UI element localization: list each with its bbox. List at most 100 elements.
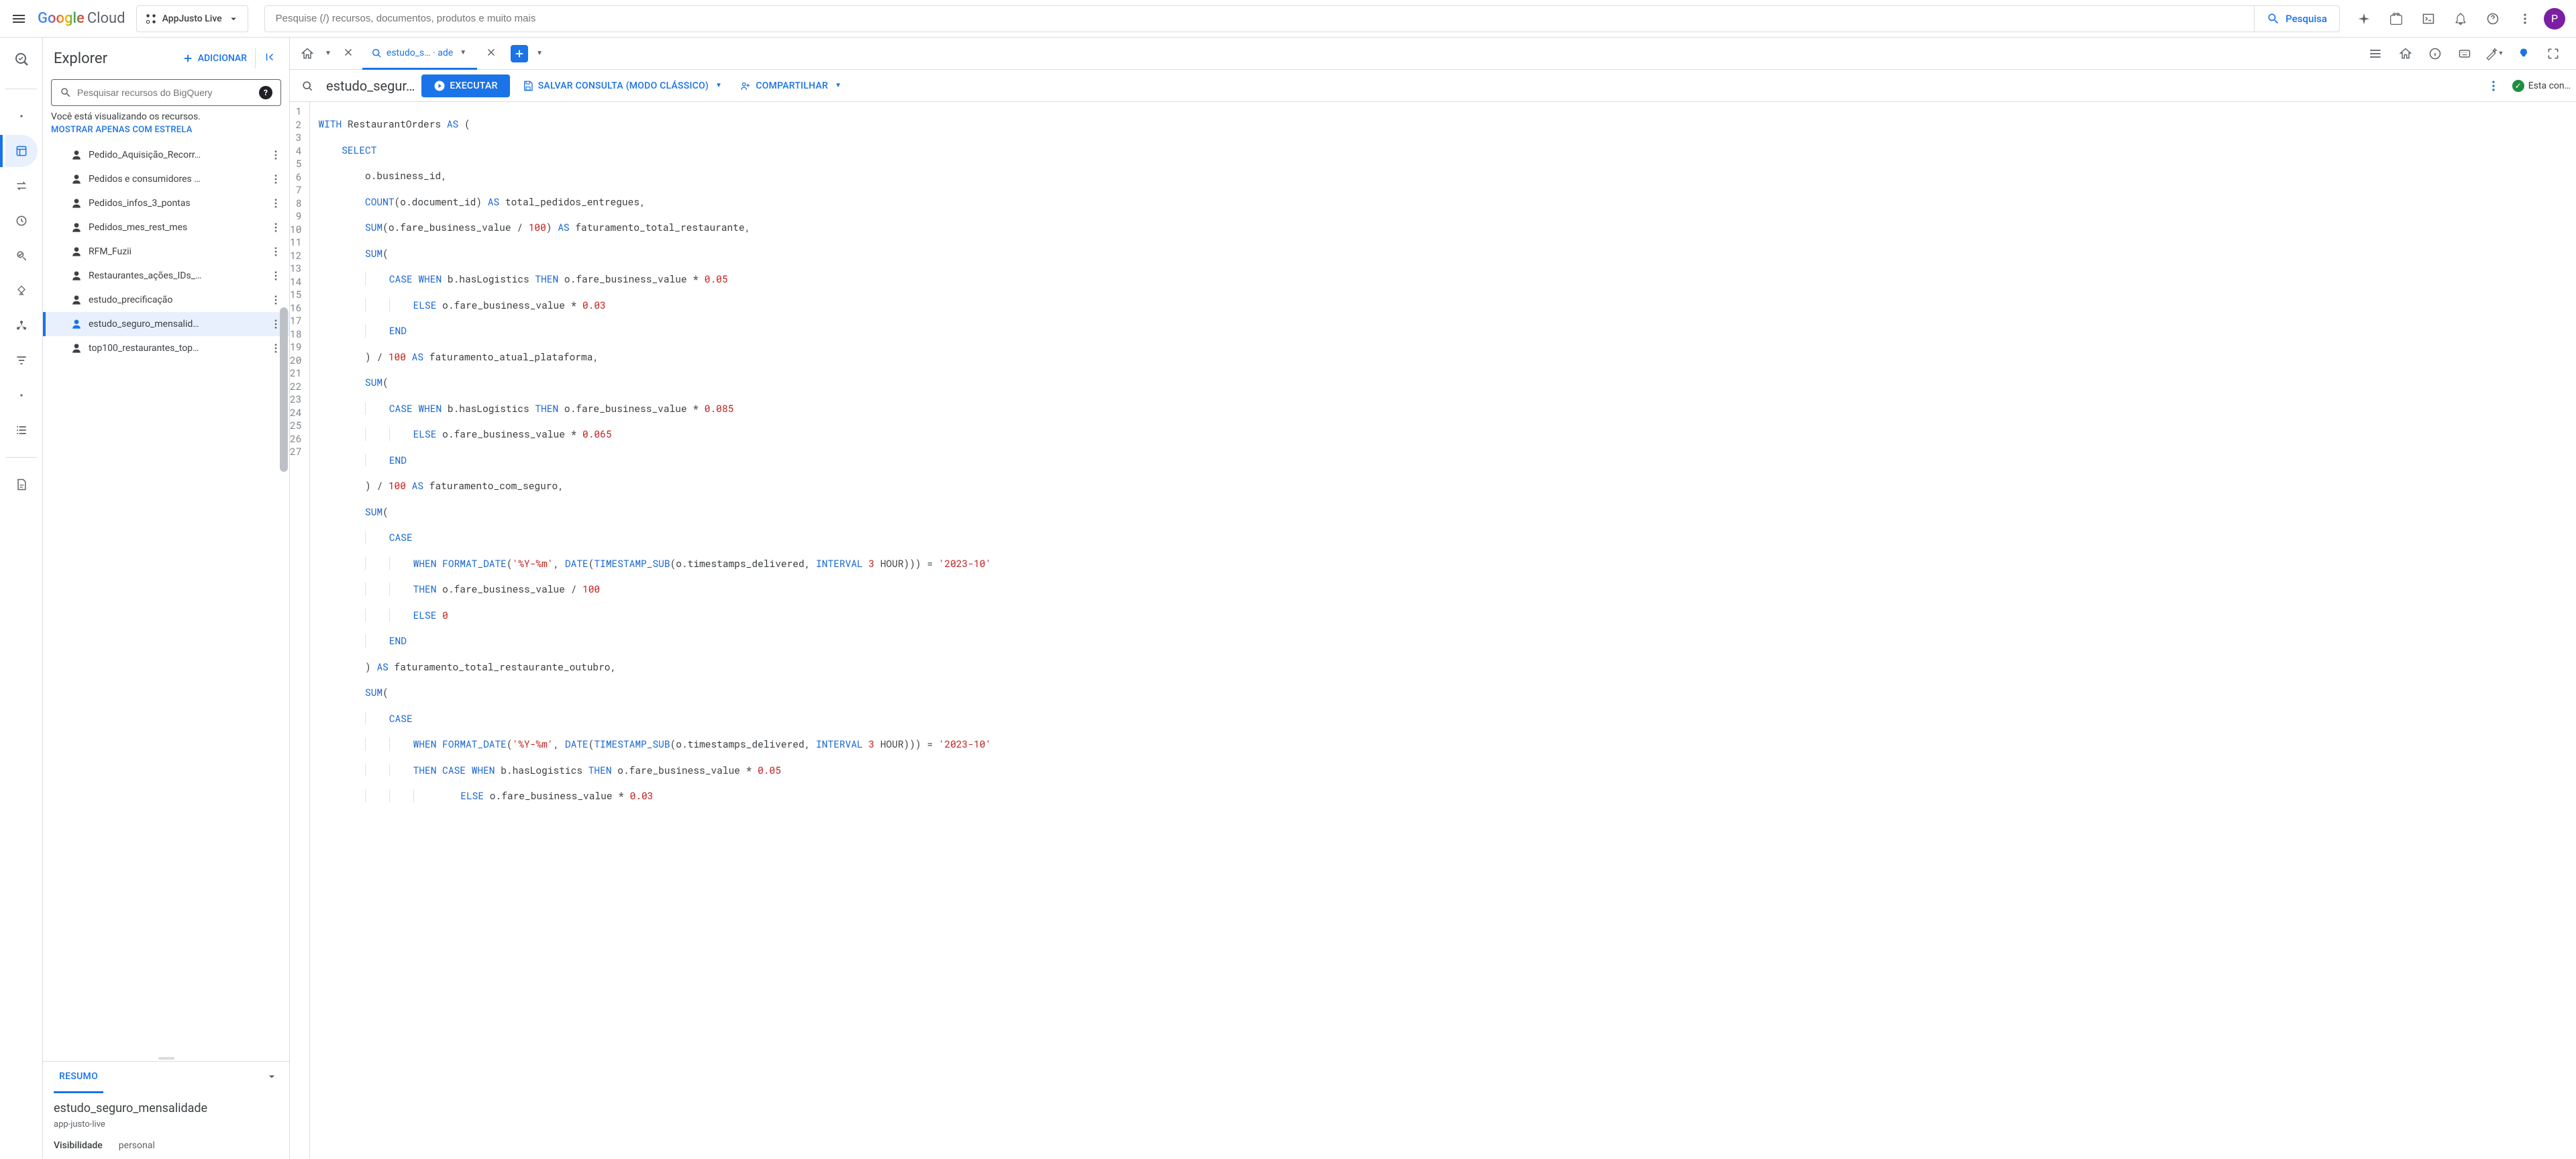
magic-wand-icon[interactable]: ▼ [2482, 42, 2506, 66]
query-icon [295, 79, 319, 93]
tree-item[interactable]: estudo_precificação [43, 288, 289, 312]
code-editor[interactable]: 1234567891011121314151617181920212223242… [290, 102, 2576, 1159]
tree-scrollbar[interactable] [278, 143, 289, 1056]
terminal-icon[interactable] [2415, 5, 2442, 32]
rail-sort[interactable] [5, 344, 38, 376]
rail-scheduled[interactable] [5, 205, 38, 237]
header: Google Cloud AppJusto Live Pesquisa P [0, 0, 2576, 38]
tree-item-label: Pedido_Aquisição_Recorr… [89, 150, 262, 160]
rail-graph[interactable] [5, 309, 38, 342]
saved-query-icon [70, 245, 83, 258]
collapse-explorer-icon[interactable] [255, 48, 278, 68]
tree-item-label: RFM_Fuzii [89, 246, 262, 257]
rail-doc[interactable] [5, 468, 38, 501]
validation-status[interactable]: ✓ Esta con… [2512, 80, 2571, 92]
home-icon[interactable] [2393, 42, 2418, 66]
help-badge-icon[interactable]: ? [259, 86, 272, 99]
play-icon [433, 80, 446, 92]
star-filter-link[interactable]: MOSTRAR APENAS COM ESTRELA [43, 125, 289, 143]
list-icon[interactable] [2364, 42, 2388, 66]
keyboard-icon[interactable] [2453, 42, 2477, 66]
expand-icon[interactable] [265, 1070, 278, 1086]
check-icon: ✓ [2512, 80, 2524, 92]
editor-tabs: ▼ estudo_s… · ade ▼ ▼ ▼ [290, 38, 2576, 70]
main-menu-icon[interactable] [11, 11, 27, 27]
visibility-key: Visibilidade [54, 1140, 103, 1151]
rail-biengine[interactable] [5, 274, 38, 307]
lightbulb-icon[interactable] [2512, 42, 2536, 66]
editor-right-icons: ▼ [2364, 42, 2571, 66]
saved-query-icon [70, 197, 83, 210]
editor-area: ▼ estudo_s… · ade ▼ ▼ ▼ est [290, 38, 2576, 1159]
rail-list[interactable] [5, 414, 38, 446]
share-icon [739, 80, 752, 92]
tree-item-label: Pedidos e consumidores … [89, 174, 262, 185]
new-tab-dropdown-icon[interactable]: ▼ [533, 50, 546, 57]
explorer-panel: Explorer ADICIONAR ? Você está visualiza… [43, 38, 290, 1159]
avatar[interactable]: P [2544, 8, 2565, 30]
rail-transfers[interactable] [5, 170, 38, 202]
bigquery-logo-icon[interactable] [13, 51, 30, 70]
tree-item-label: estudo_precificação [89, 295, 262, 305]
add-button[interactable]: ADICIONAR [182, 52, 247, 64]
home-tab-icon[interactable] [295, 38, 319, 69]
search-icon [60, 87, 72, 99]
tree-item[interactable]: Restaurantes_ações_IDs_… [43, 264, 289, 288]
tree-item-label: estudo_seguro_mensalid… [89, 319, 262, 330]
side-rail [0, 38, 43, 1159]
more-icon[interactable] [2512, 5, 2538, 32]
gemini-icon[interactable] [2351, 5, 2377, 32]
tree-item[interactable]: Pedidos_mes_rest_mes [43, 215, 289, 240]
tree-item[interactable]: top100_restaurantes_top… [43, 336, 289, 360]
help-icon[interactable] [2479, 5, 2506, 32]
search-input[interactable] [265, 13, 2255, 24]
active-tab-close-icon[interactable] [480, 46, 503, 61]
tree-item[interactable]: RFM_Fuzii [43, 240, 289, 264]
project-selector[interactable]: AppJusto Live [136, 5, 248, 32]
saved-query-icon [70, 269, 83, 283]
rail-dot2[interactable] [5, 379, 38, 411]
saved-query-icon [70, 342, 83, 355]
gift-icon[interactable] [2383, 5, 2410, 32]
explorer-search-box[interactable]: ? [51, 79, 281, 106]
explorer-search-input[interactable] [77, 87, 254, 98]
notifications-icon[interactable] [2447, 5, 2474, 32]
splitter-handle[interactable] [43, 1056, 289, 1061]
explorer-title: Explorer [54, 50, 107, 67]
rail-admin[interactable] [5, 240, 38, 272]
visibility-value: personal [119, 1140, 155, 1151]
search-button-label: Pesquisa [2285, 13, 2327, 25]
tree-item[interactable]: Pedido_Aquisição_Recorr… [43, 143, 289, 167]
explorer-info-text: Você está visualizando os recursos. [43, 111, 289, 125]
tree-item[interactable]: Pedidos e consumidores … [43, 167, 289, 191]
tree-item[interactable]: Pedidos_infos_3_pontas [43, 191, 289, 215]
rail-dot[interactable] [5, 100, 38, 132]
info-icon[interactable] [2423, 42, 2447, 66]
home-tab-close-icon[interactable] [337, 46, 360, 61]
tree-item-label: Pedidos_mes_rest_mes [89, 222, 262, 233]
query-more-icon[interactable] [2481, 74, 2506, 98]
active-editor-tab[interactable]: estudo_s… · ade ▼ [362, 38, 477, 70]
tree-item-label: Pedidos_infos_3_pontas [89, 198, 262, 209]
save-query-button[interactable]: SALVAR CONSULTA (MODO CLÁSSICO) ▼ [517, 80, 728, 92]
summary-tab[interactable]: RESUMO [54, 1062, 103, 1093]
tab-dropdown-icon[interactable]: ▼ [457, 49, 469, 56]
summary-title: estudo_seguro_mensalidade [54, 1101, 278, 1115]
gcp-logo[interactable]: Google Cloud [38, 10, 125, 27]
share-button[interactable]: COMPARTILHAR ▼ [734, 80, 847, 92]
saved-query-icon [70, 172, 83, 186]
tree-item[interactable]: estudo_seguro_mensalid… [43, 312, 289, 336]
tab-dropdown-icon[interactable]: ▼ [322, 50, 334, 57]
query-name: estudo_segur… [326, 78, 415, 94]
new-tab-button[interactable] [511, 45, 528, 62]
save-icon [522, 80, 534, 92]
rail-sql-workspace[interactable] [5, 135, 38, 167]
run-button[interactable]: EXECUTAR [421, 74, 509, 97]
fullscreen-icon[interactable] [2541, 42, 2565, 66]
saved-query-icon [70, 221, 83, 234]
line-gutter: 1234567891011121314151617181920212223242… [290, 102, 310, 1159]
summary-panel: RESUMO estudo_seguro_mensalidade app-jus… [43, 1061, 289, 1159]
code-content[interactable]: WITH RestaurantOrders AS ( SELECT o.busi… [310, 102, 2576, 1159]
project-dots-icon [145, 13, 157, 25]
search-button[interactable]: Pesquisa [2254, 6, 2339, 32]
